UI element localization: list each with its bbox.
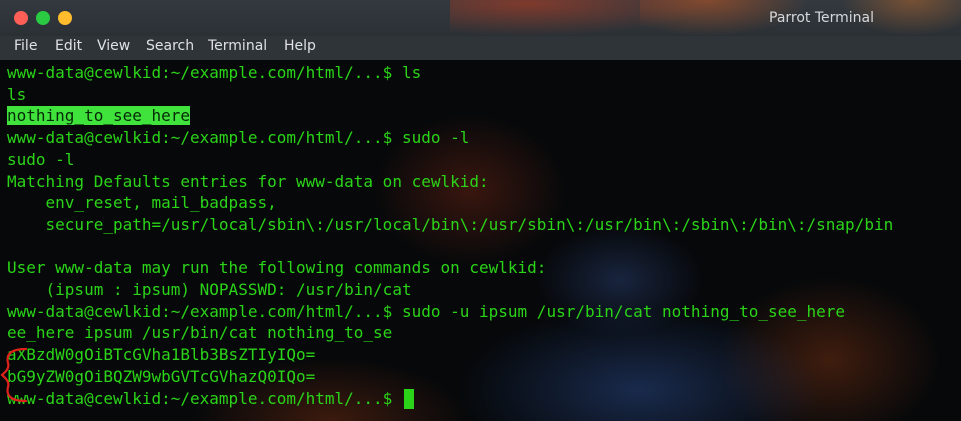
line-text: www-data@cewlkid:~/example.com/html/...$… [7, 128, 470, 148]
terminal-line: ls [7, 84, 26, 106]
line-text: User www-data may run the following comm… [7, 258, 547, 278]
line-text: ls [7, 84, 27, 104]
line-text: bG9yZW0gOiBQZW9wbGVTcGVhazQ0IQo= [7, 366, 316, 386]
menu-help[interactable]: Help [284, 38, 316, 54]
title-bar[interactable]: Parrot Terminal [0, 0, 961, 36]
line-text: env_reset, mail_badpass, [7, 193, 277, 213]
terminal-window: Parrot Terminal File Edit View Search Te… [0, 0, 961, 421]
line-text: www-data@cewlkid:~/example.com/html/...$… [7, 63, 422, 82]
terminal-line: Matching Defaults entries for www-data o… [7, 171, 489, 193]
line-text: secure_path=/usr/local/sbin\:/usr/local/… [7, 214, 894, 234]
terminal-line-base64: aXBzdW0gOiBTcGVha1Blb3BsZTIyIQo= [7, 344, 315, 366]
menu-file[interactable]: File [14, 38, 37, 54]
maximize-button[interactable] [36, 11, 50, 25]
terminal-line-base64: bG9yZW0gOiBQZW9wbGVTcGVhazQ0IQo= [7, 366, 315, 388]
line-text: aXBzdW0gOiBTcGVha1Blb3BsZTIyIQo= [7, 345, 316, 365]
terminal-line-prompt: www-data@cewlkid:~/example.com/html/...$… [7, 301, 845, 323]
window-title: Parrot Terminal [769, 10, 875, 26]
line-text: ee_here ipsum /usr/bin/cat nothing_to_se [7, 323, 393, 343]
terminal-line: ee_here ipsum /usr/bin/cat nothing_to_se [7, 322, 392, 344]
terminal-line: sudo -l [7, 149, 74, 171]
terminal-line-prompt: www-data@cewlkid:~/example.com/html/...$… [7, 127, 469, 149]
menu-bar: File Edit View Search Terminal Help [0, 36, 961, 60]
close-button[interactable] [14, 11, 28, 25]
line-text: www-data@cewlkid:~/example.com/html/...$… [7, 301, 846, 321]
line-text: (ipsum : ipsum) NOPASSWD: /usr/bin/cat [7, 280, 412, 299]
wallpaper-peek [450, 0, 710, 36]
terminal-line: User www-data may run the following comm… [7, 257, 546, 279]
line-text: Matching Defaults entries for www-data o… [7, 171, 489, 191]
line-text: www-data@cewlkid:~/example.com/html/...$ [7, 388, 402, 408]
line-text: sudo -l [7, 149, 75, 169]
terminal-line-prompt: www-data@cewlkid:~/example.com/html/...$… [7, 62, 421, 84]
terminal-output[interactable]: www-data@cewlkid:~/example.com/html/...$… [0, 60, 961, 421]
menu-edit[interactable]: Edit [55, 38, 82, 54]
terminal-line: (ipsum : ipsum) NOPASSWD: /usr/bin/cat [7, 279, 412, 301]
highlighted-filename: nothing_to_see_here [7, 106, 191, 126]
menu-view[interactable]: View [97, 38, 130, 54]
terminal-line-prompt: www-data@cewlkid:~/example.com/html/...$ [7, 388, 414, 410]
terminal-line: secure_path=/usr/local/sbin\:/usr/local/… [7, 214, 894, 236]
terminal-line: env_reset, mail_badpass, [7, 192, 277, 214]
terminal-line-highlighted: nothing_to_see_here [7, 105, 191, 127]
menu-terminal[interactable]: Terminal [208, 38, 267, 54]
cursor [403, 389, 414, 409]
menu-search[interactable]: Search [146, 38, 194, 54]
minimize-button[interactable] [58, 11, 72, 25]
